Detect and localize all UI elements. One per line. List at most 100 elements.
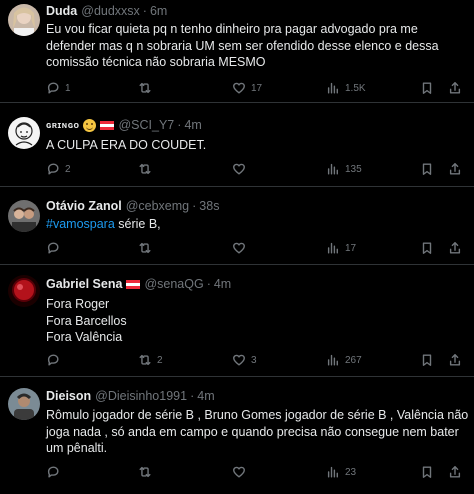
tweet-card[interactable]: Dieison @Dieisinho1991 · 4m Rômulo jogad…	[0, 377, 474, 494]
bookmark-button[interactable]	[420, 240, 434, 256]
retweet-count: 2	[157, 354, 163, 366]
share-icon	[449, 466, 461, 478]
share-icon	[449, 82, 461, 94]
reply-button[interactable]	[46, 464, 65, 480]
reply-button[interactable]: 2	[46, 161, 71, 177]
smiling-face-icon	[83, 118, 97, 132]
avatar[interactable]	[8, 117, 40, 149]
avatar[interactable]	[8, 4, 40, 36]
like-count: 17	[251, 82, 263, 94]
user-handle[interactable]: @Dieisinho1991	[95, 388, 187, 404]
user-handle[interactable]: @dudxxsx	[81, 3, 140, 19]
share-icon	[449, 354, 461, 366]
share-button[interactable]	[448, 161, 462, 177]
tweet-card[interactable]: Otávio Zanol @cebxemg · 38s #vamospara s…	[0, 187, 474, 265]
share-button[interactable]	[448, 352, 462, 368]
views-icon	[327, 82, 338, 94]
retweet-icon	[139, 466, 151, 478]
share-button[interactable]	[448, 464, 462, 480]
retweet-button[interactable]	[138, 161, 157, 177]
timestamp[interactable]: 4m	[214, 276, 231, 292]
tweet-text: Rômulo jogador de série B , Bruno Gomes …	[46, 407, 469, 457]
share-icon	[449, 163, 461, 175]
tweet-feed: Duda @dudxxsx · 6m Eu vou ficar quieta p…	[0, 0, 474, 494]
separator-dot: ·	[192, 199, 197, 213]
user-handle[interactable]: @cebxemg	[126, 198, 189, 214]
heart-icon	[233, 242, 245, 254]
avatar[interactable]	[8, 200, 40, 232]
bookmark-icon	[422, 82, 432, 94]
bookmark-button[interactable]	[420, 161, 434, 177]
display-name[interactable]: Dieison	[46, 388, 91, 404]
bookmark-button[interactable]	[420, 80, 434, 96]
display-name[interactable]: Gabriel Sena	[46, 276, 122, 292]
reply-icon	[47, 163, 59, 175]
tweet-card[interactable]: Gabriel Sena @senaQG · 4m Fora Roger For…	[0, 265, 474, 377]
hashtag-link[interactable]: #vamospara	[46, 217, 115, 231]
views-button[interactable]: 1.5K	[326, 80, 366, 96]
separator-dot: ·	[206, 277, 211, 291]
retweet-button[interactable]	[138, 464, 157, 480]
reply-count: 1	[65, 82, 71, 94]
like-button[interactable]	[232, 240, 251, 256]
bookmark-button[interactable]	[420, 464, 434, 480]
reply-icon	[47, 354, 59, 366]
views-button[interactable]: 267	[326, 352, 362, 368]
reply-icon	[47, 82, 59, 94]
share-button[interactable]	[448, 80, 462, 96]
user-handle[interactable]: @SCI_Y7	[118, 117, 174, 133]
tweet-card[interactable]: ɢʀɪɴɢᴏ @SCI_Y7 · 4m A CULPA ERA DO COUDE…	[0, 103, 474, 187]
reply-button[interactable]	[46, 352, 65, 368]
views-button[interactable]: 23	[326, 464, 356, 480]
retweet-icon	[139, 82, 151, 94]
heart-icon	[233, 82, 245, 94]
tweet-actions: 2 3 267	[46, 352, 466, 368]
timestamp[interactable]: 6m	[150, 3, 167, 19]
reply-button[interactable]	[46, 240, 65, 256]
retweet-button[interactable]: 2	[138, 352, 163, 368]
avatar[interactable]	[8, 388, 40, 420]
tweet-header: Otávio Zanol @cebxemg · 38s	[46, 198, 466, 214]
views-count: 135	[345, 163, 362, 175]
retweet-button[interactable]	[138, 240, 157, 256]
like-button[interactable]	[232, 161, 251, 177]
tweet-text-fragment: série B,	[114, 217, 161, 231]
retweet-icon	[139, 354, 151, 366]
austria-flag-icon	[126, 279, 141, 289]
bookmark-button[interactable]	[420, 352, 434, 368]
like-button[interactable]	[232, 464, 251, 480]
retweet-icon	[139, 163, 151, 175]
tweet-card[interactable]: Duda @dudxxsx · 6m Eu vou ficar quieta p…	[0, 0, 474, 103]
views-icon	[327, 354, 338, 366]
display-name[interactable]: Otávio Zanol	[46, 198, 122, 214]
views-icon	[327, 242, 338, 254]
tweet-text-line: Rômulo jogador de série B , Bruno Gomes …	[46, 408, 469, 422]
timestamp[interactable]: 4m	[197, 388, 214, 404]
tweet-text: Eu vou ficar quieta pq n tenho dinheiro …	[46, 21, 466, 71]
user-handle[interactable]: @senaQG	[144, 276, 203, 292]
display-name[interactable]: ɢʀɪɴɢᴏ	[46, 117, 79, 133]
heart-icon	[233, 163, 245, 175]
like-button[interactable]: 17	[232, 80, 262, 96]
tweet-text-line: Fora Barcellos	[46, 313, 127, 328]
retweet-icon	[139, 242, 151, 254]
bookmark-icon	[422, 466, 432, 478]
tweet-actions: 1 17 1.5K	[46, 80, 466, 96]
tweet-text: #vamospara série B,	[46, 216, 466, 233]
tweet-text-line: um pênalti.	[46, 441, 108, 455]
retweet-button[interactable]	[138, 80, 157, 96]
display-name[interactable]: Duda	[46, 3, 77, 19]
separator-dot: ·	[142, 4, 147, 18]
views-count: 23	[345, 466, 357, 478]
views-button[interactable]: 135	[326, 161, 362, 177]
views-button[interactable]: 17	[326, 240, 356, 256]
tweet-text-line: Eu vou ficar quieta pq n tenho dinheiro …	[46, 22, 418, 36]
timestamp[interactable]: 38s	[199, 198, 219, 214]
share-button[interactable]	[448, 240, 462, 256]
reply-button[interactable]: 1	[46, 80, 71, 96]
heart-icon	[233, 466, 245, 478]
tweet-header: ɢʀɪɴɢᴏ @SCI_Y7 · 4m	[46, 117, 466, 133]
avatar[interactable]	[8, 275, 40, 307]
like-button[interactable]: 3	[232, 352, 257, 368]
timestamp[interactable]: 4m	[184, 117, 201, 133]
